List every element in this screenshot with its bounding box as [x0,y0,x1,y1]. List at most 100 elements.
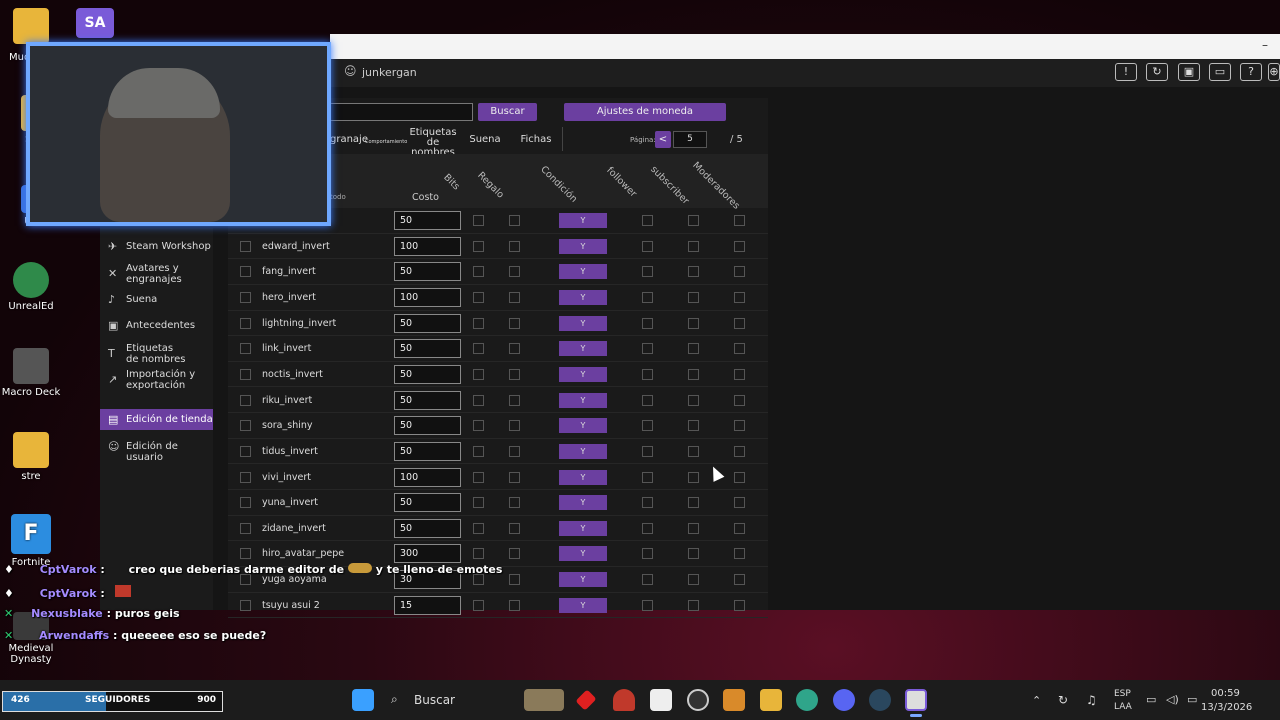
app-active-icon[interactable] [905,689,927,711]
row-select-checkbox[interactable] [240,266,251,278]
lang-esp[interactable]: ESP [1114,689,1131,699]
desktop-icon-unrealed[interactable]: UnrealEd [0,262,62,312]
app-stream-icon[interactable] [650,689,672,711]
subscriber-checkbox[interactable] [688,445,699,457]
moderadores-checkbox[interactable] [734,394,745,406]
bits-checkbox[interactable] [473,548,484,560]
bits-checkbox[interactable] [473,215,484,226]
currency-settings-button[interactable]: Ajustes de moneda [564,103,726,121]
row-select-checkbox[interactable] [240,343,251,355]
bits-checkbox[interactable] [473,522,484,534]
globe-icon[interactable]: ⊕ [1268,63,1280,81]
moderadores-checkbox[interactable] [734,471,745,483]
subscriber-checkbox[interactable] [688,522,699,534]
sidebar-item-avatares[interactable]: ✕ Avatares y engranajes [100,263,213,285]
row-select-checkbox[interactable] [240,317,251,329]
regalo-checkbox[interactable] [509,394,520,406]
regalo-checkbox[interactable] [509,240,520,252]
subscriber-checkbox[interactable] [688,548,699,560]
page-prev-button[interactable]: < [655,131,671,148]
taskbar-search[interactable]: ⌕ Buscar [383,689,513,711]
app-game-icon[interactable] [723,689,745,711]
condition-dropdown[interactable]: Y [559,289,607,305]
condition-dropdown[interactable]: Y [559,572,607,588]
moderadores-checkbox[interactable] [734,368,745,380]
follower-checkbox[interactable] [642,599,653,611]
sidebar-item-edicion-usuario[interactable]: ☺ Edición de usuario [100,441,213,463]
condition-dropdown[interactable]: Y [559,546,607,562]
follower-checkbox[interactable] [642,420,653,432]
volume-icon[interactable]: ◁) [1166,693,1179,706]
search-button[interactable]: Buscar [478,103,537,121]
row-select-checkbox[interactable] [240,368,251,380]
sidebar-item-suena[interactable]: ♪ Suena [100,294,213,305]
subscriber-checkbox[interactable] [688,240,699,252]
network-icon[interactable]: ▭ [1146,693,1156,706]
folder-icon[interactable]: ▭ [1209,63,1231,81]
moderadores-checkbox[interactable] [734,317,745,329]
condition-dropdown[interactable]: Y [559,443,607,459]
window-titlebar[interactable] [330,34,1280,59]
cost-input[interactable]: 15 [394,595,461,615]
cost-input[interactable]: 50 [394,390,461,410]
subscriber-checkbox[interactable] [688,394,699,406]
row-select-checkbox[interactable] [240,548,251,560]
condition-dropdown[interactable]: Y [559,264,607,280]
regalo-checkbox[interactable] [509,497,520,509]
condition-dropdown[interactable]: Y [559,418,607,434]
cost-input[interactable]: 50 [394,493,461,513]
clock-time[interactable]: 00:59 [1211,688,1240,699]
cost-input[interactable]: 50 [394,262,461,282]
condition-dropdown[interactable]: Y [559,520,607,536]
bits-checkbox[interactable] [473,240,484,252]
file-explorer-icon[interactable] [760,689,782,711]
app-red-heart-icon[interactable] [613,689,635,711]
subscriber-checkbox[interactable] [688,471,699,483]
regalo-checkbox[interactable] [509,368,520,380]
bits-checkbox[interactable] [473,599,484,611]
sidebar-item-steam-workshop[interactable]: ✈ Steam Workshop [100,241,213,252]
alert-icon[interactable]: ! [1115,63,1137,81]
moderadores-checkbox[interactable] [734,240,745,252]
tray-chevron-icon[interactable]: ⌃ [1032,694,1041,707]
subscriber-checkbox[interactable] [688,574,699,586]
page-input[interactable]: 5 [673,131,707,148]
moderadores-checkbox[interactable] [734,420,745,432]
moderadores-checkbox[interactable] [734,574,745,586]
cost-input[interactable]: 50 [394,441,461,461]
regalo-checkbox[interactable] [509,215,520,226]
help-icon[interactable]: ? [1240,63,1262,81]
cost-input[interactable]: 50 [394,364,461,384]
follower-checkbox[interactable] [642,394,653,406]
row-select-checkbox[interactable] [240,599,251,611]
condition-dropdown[interactable]: Y [559,495,607,511]
follower-checkbox[interactable] [642,291,653,303]
regalo-checkbox[interactable] [509,471,520,483]
regalo-checkbox[interactable] [509,291,520,303]
desktop-icon-stre[interactable]: stre [0,432,62,482]
tab-comportamiento[interactable]: Comportamiento [365,137,407,147]
cost-input[interactable]: 50 [394,211,461,230]
row-select-checkbox[interactable] [240,445,251,457]
follower-checkbox[interactable] [642,317,653,329]
moderadores-checkbox[interactable] [734,266,745,278]
row-select-checkbox[interactable] [240,497,251,509]
discord-icon[interactable] [833,689,855,711]
subscriber-checkbox[interactable] [688,368,699,380]
regalo-checkbox[interactable] [509,445,520,457]
moderadores-checkbox[interactable] [734,599,745,611]
row-select-checkbox[interactable] [240,291,251,303]
bits-checkbox[interactable] [473,343,484,355]
sidebar-item-etiquetas[interactable]: T Etiquetas de nombres [100,343,213,365]
cost-input[interactable]: 50 [394,416,461,436]
search-input[interactable] [330,103,473,121]
condition-dropdown[interactable]: Y [559,213,607,228]
subscriber-checkbox[interactable] [688,291,699,303]
cost-input[interactable]: 50 [394,339,461,359]
tray-refresh-icon[interactable]: ↻ [1058,693,1068,707]
regalo-checkbox[interactable] [509,548,520,560]
bits-checkbox[interactable] [473,445,484,457]
regalo-checkbox[interactable] [509,522,520,534]
row-select-checkbox[interactable] [240,471,251,483]
tray-mic-icon[interactable]: ♫ [1086,693,1097,707]
